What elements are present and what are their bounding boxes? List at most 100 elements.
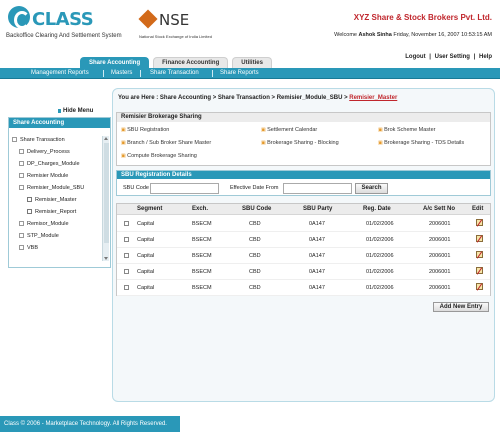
document-icon — [27, 197, 32, 202]
cell-reg-date: 01/02/2006 — [366, 237, 394, 243]
document-icon — [27, 209, 32, 214]
tree-item-remisier-module-sbu[interactable]: Remisier_Module_SBU — [19, 184, 84, 193]
row-checkbox[interactable] — [124, 269, 129, 274]
scroll-up-icon[interactable] — [104, 137, 108, 140]
class-logo-icon — [8, 6, 30, 29]
col-edit: Edit — [472, 206, 484, 212]
edit-icon[interactable] — [476, 219, 483, 226]
add-new-entry-button[interactable]: Add New Entry — [433, 302, 489, 312]
edit-icon[interactable] — [476, 251, 483, 258]
cell-sbu-party: 0A147 — [309, 269, 325, 275]
expand-icon — [19, 245, 24, 250]
scroll-down-icon[interactable] — [104, 257, 108, 260]
cell-reg-date: 01/02/2006 — [366, 269, 394, 275]
link-sbu-registration[interactable]: SBU Registration — [121, 127, 169, 133]
tree-item-remisier-module[interactable]: Remisier Module — [19, 172, 68, 181]
left-menu-panel: Share Accounting Share Transaction Deliv… — [8, 117, 111, 268]
scroll-thumb[interactable] — [104, 143, 109, 243]
cell-exchange: BSECM — [192, 253, 212, 259]
left-panel-scrollbar[interactable] — [102, 136, 109, 261]
welcome-prefix: Welcome — [334, 32, 357, 38]
tree-item-remisor-module[interactable]: Remisor_Module — [19, 220, 69, 229]
subnav-masters[interactable]: Masters — [111, 69, 132, 78]
cell-ac-sett-no: 2006001 — [429, 221, 451, 227]
help-link[interactable]: Help — [479, 54, 492, 60]
link-brok-scheme-master[interactable]: Brok Scheme Master — [378, 127, 435, 133]
subnav-separator — [103, 70, 104, 77]
subnav-share-reports[interactable]: Share Reports — [220, 69, 259, 78]
cell-reg-date: 01/02/2006 — [366, 221, 394, 227]
tree-item-share-transaction[interactable]: Share Transaction — [12, 136, 65, 145]
tab-share-accounting[interactable]: Share Accounting — [80, 57, 150, 68]
expand-icon — [19, 161, 24, 166]
search-button[interactable]: Search — [355, 183, 388, 194]
link-settlement-calendar[interactable]: Settlement Calendar — [261, 127, 317, 133]
link-brokerage-sharing-tds-details[interactable]: Brokerage Sharing - TDS Details — [378, 140, 464, 146]
subnav-share-transaction[interactable]: Share Transaction — [150, 69, 199, 78]
expand-icon — [19, 221, 24, 226]
table-header: Segment Exch. SBU Code SBU Party Reg. Da… — [117, 204, 490, 215]
table-row[interactable]: Capital BSECM CBD 0A147 01/02/2006 20060… — [117, 248, 490, 264]
link-separator: | — [429, 54, 431, 60]
link-compute-brokerage-sharing[interactable]: Compute Brokerage Sharing — [121, 153, 197, 159]
tab-finance-accounting[interactable]: Finance Accounting — [153, 57, 229, 68]
link-brokerage-sharing-blocking[interactable]: Brokerage Sharing - Blocking — [261, 140, 339, 146]
cell-segment: Capital — [137, 221, 155, 227]
effective-date-label: Effective Date From — [230, 185, 279, 191]
top-links: Logout | User Setting | Help — [403, 54, 492, 60]
company-name: XYZ Share & Stock Brokers Pvt. Ltd. — [353, 13, 492, 22]
sbu-code-input[interactable] — [150, 183, 219, 194]
main-tabs: Share Accounting Finance Accounting Util… — [80, 57, 272, 68]
tab-utilities[interactable]: Utilities — [232, 57, 272, 68]
subnav-management-reports[interactable]: Management Reports — [31, 69, 89, 78]
user-setting-link[interactable]: User Setting — [435, 54, 470, 60]
table-row[interactable]: Capital BSECM CBD 0A147 01/02/2006 20060… — [117, 280, 490, 296]
row-checkbox[interactable] — [124, 285, 129, 290]
col-segment: Segment — [137, 206, 163, 212]
cell-sbu-party: 0A147 — [309, 285, 325, 291]
col-sbu-party: SBU Party — [303, 206, 333, 212]
nse-mark-icon — [138, 9, 158, 29]
cell-segment: Capital — [137, 285, 155, 291]
cell-segment: Capital — [137, 253, 155, 259]
link-branch-sub-broker-share-master[interactable]: Branch / Sub Broker Share Master — [121, 140, 211, 146]
welcome-user: Ashok Sinha — [358, 32, 392, 38]
tree-item-stp-module[interactable]: STP_Module — [19, 232, 59, 241]
row-checkbox[interactable] — [124, 237, 129, 242]
logout-link[interactable]: Logout — [405, 54, 425, 60]
breadcrumb-current[interactable]: Remisier_Master — [349, 95, 397, 101]
cell-sbu-code: CBD — [249, 237, 261, 243]
welcome-time: Friday, November 16, 2007 10:53:15 AM — [393, 32, 492, 38]
tree-item-remisier-report[interactable]: Remisier_Report — [27, 208, 76, 217]
effective-date-input[interactable] — [283, 183, 352, 194]
tree-item-vbb[interactable]: VBB — [19, 244, 38, 253]
hide-menu-link[interactable]: Hide Menu — [57, 108, 93, 114]
table-row[interactable]: Capital BSECM CBD 0A147 01/02/2006 20060… — [117, 216, 490, 232]
table-row[interactable]: Capital BSECM CBD 0A147 01/02/2006 20060… — [117, 232, 490, 248]
nse-subtitle: National Stock Exchange of India Limited — [139, 34, 212, 39]
row-checkbox[interactable] — [124, 221, 129, 226]
nse-text: NSE — [159, 11, 190, 29]
cell-reg-date: 01/02/2006 — [366, 285, 394, 291]
row-checkbox[interactable] — [124, 253, 129, 258]
edit-icon[interactable] — [476, 267, 483, 274]
class-logo: CLASS — [8, 6, 94, 34]
expand-icon — [19, 233, 24, 238]
sbu-registration-title: SBU Registration Details — [117, 171, 490, 179]
app-header: CLASS Backoffice Clearing And Settlement… — [0, 0, 500, 52]
edit-icon[interactable] — [476, 235, 483, 242]
cell-sbu-party: 0A147 — [309, 221, 325, 227]
cell-sbu-code: CBD — [249, 285, 261, 291]
edit-icon[interactable] — [476, 283, 483, 290]
cell-exchange: BSECM — [192, 237, 212, 243]
tree-item-delivery-process[interactable]: Delivery_Process — [19, 148, 70, 157]
table-row[interactable]: Capital BSECM CBD 0A147 01/02/2006 20060… — [117, 264, 490, 280]
tree-item-dp-charges-module[interactable]: DP_Charges_Module — [19, 160, 80, 169]
sbu-registration-panel: SBU Registration Details SBU Code Effect… — [116, 170, 491, 196]
tree-item-remisier-master[interactable]: Remisier_Master — [27, 196, 77, 205]
cell-sbu-party: 0A147 — [309, 237, 325, 243]
cell-segment: Capital — [137, 237, 155, 243]
brokerage-sharing-title: Remisier Brokerage Sharing — [117, 113, 490, 122]
brokerage-sharing-box: Remisier Brokerage Sharing SBU Registrat… — [116, 112, 491, 166]
col-sbu-code: SBU Code — [242, 206, 272, 212]
